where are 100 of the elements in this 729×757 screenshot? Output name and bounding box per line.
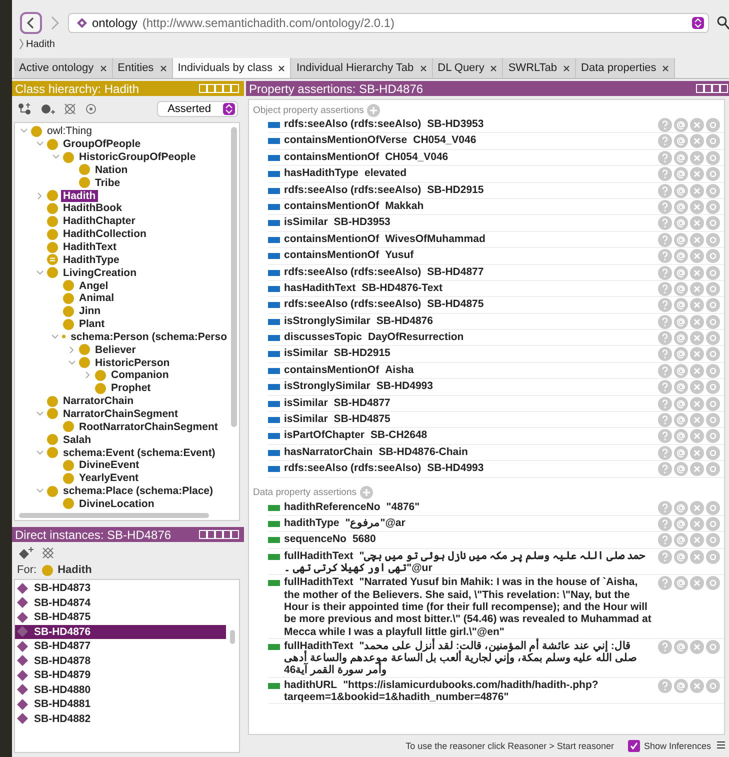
- options-icon[interactable]: [706, 134, 720, 148]
- class-item[interactable]: schema:Person (schema:Perso: [68, 330, 229, 343]
- options-icon[interactable]: [706, 364, 720, 378]
- scrollbar[interactable]: [19, 513, 209, 518]
- options-icon[interactable]: [706, 118, 720, 132]
- individual-item[interactable]: SB-HD4878: [15, 654, 226, 668]
- annotation-icon[interactable]: [674, 429, 688, 444]
- options-icon[interactable]: [706, 640, 720, 654]
- tab[interactable]: Data properties: [576, 58, 676, 78]
- options-icon[interactable]: [706, 550, 720, 564]
- options-icon[interactable]: [706, 380, 720, 394]
- close-icon[interactable]: [160, 64, 167, 72]
- individual-item[interactable]: SB-HD4881: [15, 697, 226, 712]
- delete-icon[interactable]: [690, 249, 704, 264]
- delete-icon[interactable]: [690, 232, 704, 247]
- annotation-icon[interactable]: [674, 500, 688, 515]
- annotation-icon[interactable]: [674, 380, 688, 394]
- class-item[interactable]: LivingCreation: [61, 266, 139, 279]
- annotation-icon[interactable]: [674, 550, 688, 564]
- options-icon[interactable]: [706, 446, 720, 460]
- delete-icon[interactable]: [690, 150, 704, 165]
- options-icon[interactable]: [706, 298, 720, 312]
- class-item[interactable]: Companion: [109, 369, 171, 382]
- delete-icon[interactable]: [690, 134, 704, 148]
- delete-icon[interactable]: [690, 298, 704, 312]
- help-icon[interactable]: [658, 266, 672, 280]
- options-icon[interactable]: [706, 249, 720, 264]
- close-icon[interactable]: [662, 64, 670, 72]
- annotation-icon[interactable]: [674, 200, 688, 214]
- class-item[interactable]: DivineEvent: [77, 459, 142, 472]
- annotation-icon[interactable]: [674, 446, 688, 460]
- add-individual-icon[interactable]: [18, 547, 34, 559]
- class-item[interactable]: schema:Event (schema:Event): [61, 446, 218, 459]
- options-icon[interactable]: [706, 331, 720, 346]
- annotation-icon[interactable]: [674, 282, 688, 296]
- options-icon[interactable]: [706, 413, 720, 428]
- annotation-icon[interactable]: [674, 184, 688, 198]
- close-icon[interactable]: [563, 64, 570, 72]
- individual-item[interactable]: SB-HD4876: [15, 624, 226, 639]
- property-assertion[interactable]: containsMentionOf CH054_V046: [284, 150, 654, 164]
- delete-icon[interactable]: [690, 200, 704, 214]
- class-item[interactable]: HadithText: [61, 241, 118, 254]
- options-icon[interactable]: [706, 396, 720, 411]
- options-icon[interactable]: [706, 282, 720, 296]
- add-subclass-icon[interactable]: [18, 103, 32, 115]
- checkbox[interactable]: [628, 740, 640, 752]
- class-item[interactable]: HistoricPerson: [93, 356, 172, 369]
- individual-item[interactable]: SB-HD4873: [15, 581, 226, 596]
- property-assertion[interactable]: rdfs:seeAlso (rdfs:seeAlso) SB-HD3953: [284, 118, 654, 130]
- class-item[interactable]: Hadith: [61, 190, 98, 202]
- individual-item[interactable]: SB-HD4874: [15, 596, 226, 610]
- help-icon[interactable]: [658, 500, 672, 515]
- annotation-icon[interactable]: [674, 118, 688, 132]
- help-icon[interactable]: [658, 576, 672, 590]
- options-icon[interactable]: [706, 266, 720, 280]
- property-assertion[interactable]: rdfs:seeAlso (rdfs:seeAlso) SB-HD4877: [284, 266, 654, 278]
- annotation-icon[interactable]: [674, 331, 688, 346]
- tab[interactable]: Individual Hierarchy Tab: [291, 58, 433, 78]
- property-assertion[interactable]: isSimilar SB-HD3953: [284, 216, 654, 229]
- property-assertion[interactable]: isSimilar SB-HD4877: [284, 396, 654, 409]
- help-icon[interactable]: [658, 232, 672, 247]
- property-assertion[interactable]: isStronglySimilar SB-HD4876: [284, 314, 654, 327]
- class-item[interactable]: RootNarratorChainSegment: [77, 420, 220, 433]
- help-icon[interactable]: [658, 249, 672, 264]
- annotation-icon[interactable]: [674, 364, 688, 378]
- class-item[interactable]: schema:Place (schema:Place): [61, 485, 215, 498]
- class-item[interactable]: DivineLocation: [77, 498, 156, 510]
- property-assertion[interactable]: containsMentionOfVerse CH054_V046: [284, 134, 654, 147]
- options-icon[interactable]: [706, 314, 720, 329]
- annotation-icon[interactable]: [674, 216, 688, 230]
- class-item[interactable]: GroupOfPeople: [61, 138, 143, 150]
- help-icon[interactable]: [658, 314, 672, 329]
- help-icon[interactable]: [658, 150, 672, 165]
- options-icon[interactable]: [706, 500, 720, 515]
- checkbox-label[interactable]: Show Inferences: [644, 741, 711, 751]
- tab[interactable]: Individuals by class: [172, 58, 292, 78]
- delete-icon[interactable]: [690, 533, 704, 548]
- help-icon[interactable]: [658, 413, 672, 428]
- individual-item[interactable]: SB-HD4875: [15, 610, 226, 624]
- close-icon[interactable]: [100, 64, 107, 72]
- delete-icon[interactable]: [690, 576, 704, 590]
- scrollbar[interactable]: [231, 127, 237, 427]
- options-icon[interactable]: [706, 167, 720, 182]
- help-icon[interactable]: [658, 134, 672, 148]
- help-icon[interactable]: [658, 364, 672, 378]
- individual-item[interactable]: SB-HD4880: [15, 682, 226, 697]
- class-item[interactable]: Plant: [77, 318, 107, 330]
- search-icon[interactable]: [717, 16, 729, 30]
- annotation-icon[interactable]: [674, 232, 688, 247]
- help-icon[interactable]: [658, 516, 672, 531]
- property-assertion[interactable]: hasHadithType elevated: [284, 167, 654, 180]
- options-icon[interactable]: [706, 429, 720, 444]
- options-icon[interactable]: [706, 576, 720, 590]
- help-icon[interactable]: [658, 462, 672, 476]
- property-assertion[interactable]: hasNarratorChain SB-HD4876-Chain: [284, 446, 654, 458]
- help-icon[interactable]: [658, 678, 672, 693]
- delete-icon[interactable]: [690, 118, 704, 132]
- help-icon[interactable]: [658, 446, 672, 460]
- delete-icon[interactable]: [690, 550, 704, 564]
- options-icon[interactable]: [706, 232, 720, 247]
